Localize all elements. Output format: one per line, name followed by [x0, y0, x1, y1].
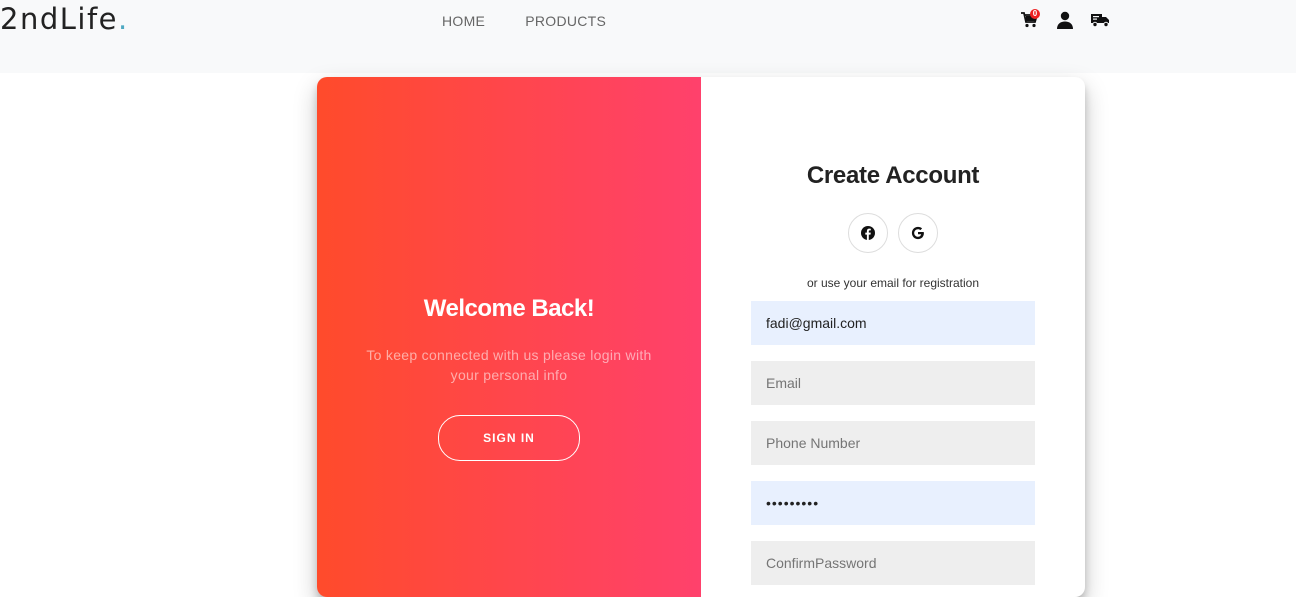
google-icon	[911, 226, 924, 240]
email-field[interactable]	[751, 361, 1035, 405]
welcome-overlay-panel: Welcome Back! To keep connected with us …	[317, 77, 701, 597]
header-icons: 0	[1019, 9, 1111, 30]
brand-logo-dot: .	[118, 2, 129, 36]
create-account-form: Create Account or use your email for reg…	[701, 77, 1085, 597]
facebook-icon	[861, 226, 875, 240]
social-login-buttons	[848, 213, 938, 253]
cart-button[interactable]: 0	[1019, 9, 1040, 30]
cart-count-badge: 0	[1030, 9, 1040, 19]
user-icon	[1057, 11, 1073, 29]
google-login-button[interactable]	[898, 213, 938, 253]
name-field[interactable]	[751, 301, 1035, 345]
truck-icon	[1091, 14, 1109, 28]
form-title: Create Account	[806, 162, 980, 189]
nav-home-link[interactable]: HOME	[442, 13, 485, 29]
welcome-text: To keep connected with us please login w…	[366, 347, 652, 383]
confirm-password-field[interactable]	[751, 541, 1035, 585]
sign-in-button[interactable]: SIGN IN	[438, 415, 580, 461]
auth-card: Welcome Back! To keep connected with us …	[317, 77, 1085, 597]
top-navbar: 2ndLife. HOME PRODUCTS 0	[0, 0, 1296, 73]
registration-note: or use your email for registration	[806, 276, 980, 290]
brand-logo-text: 2ndLife	[0, 2, 119, 36]
nav-products-link[interactable]: PRODUCTS	[525, 13, 606, 29]
brand-logo[interactable]: 2ndLife.	[0, 2, 129, 36]
password-field[interactable]	[751, 481, 1035, 525]
phone-number-field[interactable]	[751, 421, 1035, 465]
account-button[interactable]	[1055, 10, 1075, 30]
welcome-title: Welcome Back!	[423, 295, 595, 322]
facebook-login-button[interactable]	[848, 213, 888, 253]
main-nav: HOME PRODUCTS	[442, 13, 606, 29]
shipping-button[interactable]	[1091, 10, 1111, 30]
